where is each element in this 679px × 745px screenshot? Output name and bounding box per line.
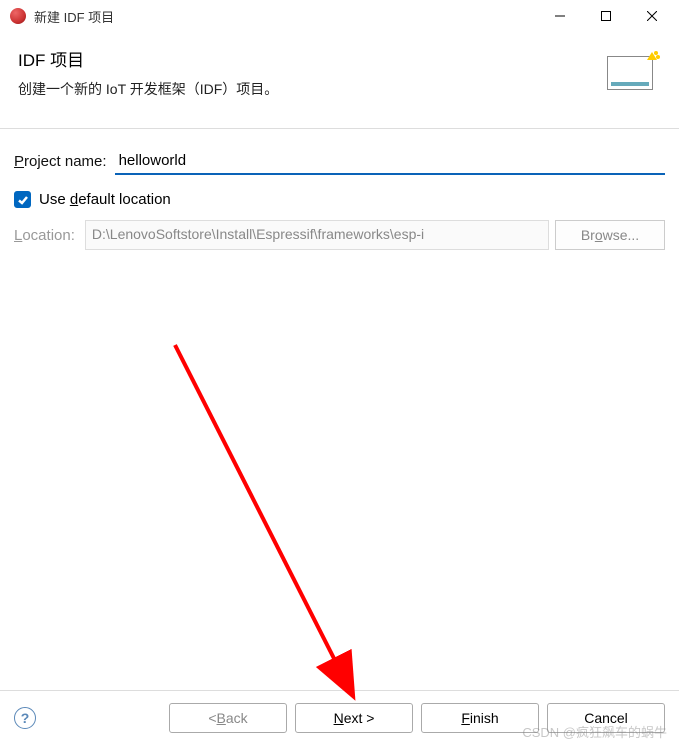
window-title: 新建 IDF 项目 [34, 7, 537, 26]
project-name-input[interactable] [115, 147, 665, 175]
use-default-location-row: Use default location [14, 191, 665, 208]
page-description: 创建一个新的 IoT 开发框架（IDF）项目。 [18, 79, 603, 99]
wizard-icon [603, 48, 661, 106]
wizard-footer: ? < Back Next > Finish Cancel [0, 690, 679, 745]
next-button[interactable]: Next > [295, 703, 413, 733]
page-title: IDF 项目 [18, 46, 603, 71]
location-input: D:\LenovoSoftstore\Install\Espressif\fra… [85, 220, 549, 250]
maximize-button[interactable] [583, 0, 629, 32]
use-default-location-label: Use default location [39, 191, 171, 208]
finish-button[interactable]: Finish [421, 703, 539, 733]
location-label: Location: [14, 227, 75, 244]
use-default-location-checkbox[interactable] [14, 191, 31, 208]
browse-button: Browse... [555, 220, 665, 250]
help-button[interactable]: ? [14, 707, 36, 729]
wizard-content: Project name: Use default location Locat… [0, 129, 679, 711]
project-name-row: Project name: [14, 147, 665, 175]
cancel-button[interactable]: Cancel [547, 703, 665, 733]
window-controls [537, 0, 675, 32]
minimize-button[interactable] [537, 0, 583, 32]
close-button[interactable] [629, 0, 675, 32]
wizard-header: IDF 项目 创建一个新的 IoT 开发框架（IDF）项目。 [0, 32, 679, 129]
titlebar: 新建 IDF 项目 [0, 0, 679, 32]
location-row: Location: D:\LenovoSoftstore\Install\Esp… [14, 220, 665, 250]
back-button[interactable]: < Back [169, 703, 287, 733]
project-name-label: Project name: [14, 153, 107, 170]
app-icon [10, 8, 26, 24]
